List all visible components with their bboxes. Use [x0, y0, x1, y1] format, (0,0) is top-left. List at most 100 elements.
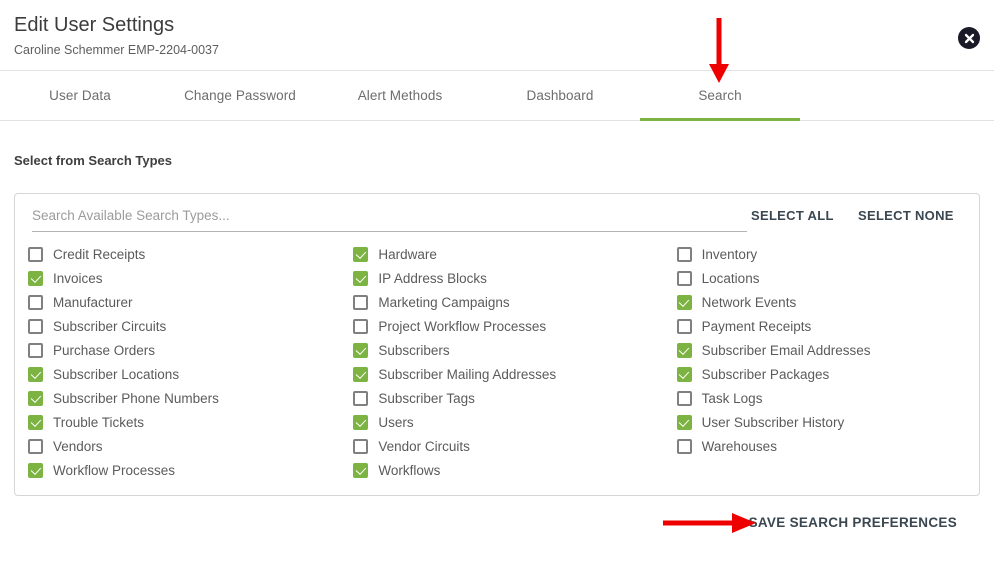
checkbox-icon[interactable]: [676, 270, 692, 286]
checkbox-icon[interactable]: [353, 366, 369, 382]
checkbox-icon[interactable]: [28, 294, 43, 310]
list-item[interactable]: Purchase Orders: [28, 338, 339, 362]
list-item[interactable]: Workflows: [353, 458, 659, 482]
search-types-column-1: Credit Receipts Invoices Manufacturer Su…: [15, 242, 339, 482]
checkbox-icon[interactable]: [28, 390, 43, 406]
tab-change-password[interactable]: Change Password: [160, 71, 320, 120]
list-item-label: Subscriber Phone Numbers: [53, 390, 219, 406]
list-item[interactable]: Task Logs: [676, 386, 979, 410]
tab-label: Dashboard: [526, 88, 594, 103]
list-item[interactable]: Vendors: [28, 434, 339, 458]
list-item[interactable]: Subscriber Circuits: [28, 314, 339, 338]
list-item[interactable]: Subscriber Packages: [676, 362, 979, 386]
select-all-button[interactable]: SELECT ALL: [751, 208, 834, 223]
list-item[interactable]: Subscriber Locations: [28, 362, 339, 386]
panel-footer: SAVE SEARCH PREFERENCES: [0, 510, 994, 540]
list-item-label: Warehouses: [701, 438, 777, 454]
list-item-label: Subscriber Locations: [53, 366, 180, 382]
list-item-label: Subscriber Email Addresses: [701, 342, 871, 358]
checkbox-icon[interactable]: [676, 414, 692, 430]
checkbox-icon[interactable]: [676, 366, 692, 382]
list-item[interactable]: Subscriber Phone Numbers: [28, 386, 339, 410]
list-item-label: Locations: [701, 270, 760, 286]
checkbox-icon[interactable]: [28, 270, 43, 286]
list-item[interactable]: User Subscriber History: [676, 410, 979, 434]
list-item-label: IP Address Blocks: [378, 270, 487, 286]
checkbox-icon[interactable]: [353, 438, 369, 454]
list-item[interactable]: IP Address Blocks: [353, 266, 659, 290]
list-item[interactable]: Subscriber Email Addresses: [676, 338, 979, 362]
search-field-wrapper: [32, 207, 747, 232]
list-item[interactable]: Vendor Circuits: [353, 434, 659, 458]
list-item[interactable]: Hardware: [353, 242, 659, 266]
checkbox-icon[interactable]: [676, 318, 692, 334]
checkbox-icon[interactable]: [353, 294, 369, 310]
checkbox-icon[interactable]: [676, 390, 692, 406]
checkbox-icon[interactable]: [353, 390, 369, 406]
checkbox-icon[interactable]: [353, 270, 369, 286]
list-item[interactable]: Locations: [676, 266, 979, 290]
checkbox-icon[interactable]: [28, 414, 43, 430]
close-circle-icon[interactable]: [958, 27, 980, 49]
list-item[interactable]: Users: [353, 410, 659, 434]
tab-alert-methods[interactable]: Alert Methods: [320, 71, 480, 120]
checkbox-icon[interactable]: [676, 246, 692, 262]
checkbox-icon[interactable]: [28, 318, 43, 334]
checkbox-icon[interactable]: [676, 342, 692, 358]
checkbox-icon[interactable]: [676, 294, 692, 310]
list-item[interactable]: Warehouses: [676, 434, 979, 458]
list-item[interactable]: Workflow Processes: [28, 458, 339, 482]
list-item-label: Subscriber Packages: [701, 366, 830, 382]
checkbox-icon[interactable]: [353, 318, 369, 334]
list-item-label: Subscriber Tags: [378, 390, 475, 406]
search-types-panel: SELECT ALL SELECT NONE Credit Receipts I…: [14, 193, 980, 496]
list-item-label: Manufacturer: [53, 294, 133, 310]
search-input[interactable]: [32, 208, 747, 223]
checkbox-icon[interactable]: [353, 414, 369, 430]
list-item-label: Subscriber Mailing Addresses: [378, 366, 557, 382]
checkbox-icon[interactable]: [353, 342, 369, 358]
list-item-label: Workflows: [378, 462, 441, 478]
list-item[interactable]: Subscriber Mailing Addresses: [353, 362, 659, 386]
checkbox-icon[interactable]: [28, 438, 43, 454]
checkbox-icon[interactable]: [353, 246, 369, 262]
checkbox-icon[interactable]: [28, 246, 43, 262]
list-item[interactable]: Marketing Campaigns: [353, 290, 659, 314]
tab-dashboard[interactable]: Dashboard: [480, 71, 640, 120]
list-item-label: Users: [378, 414, 414, 430]
checkbox-icon[interactable]: [676, 438, 692, 454]
tab-label: Alert Methods: [357, 88, 443, 103]
list-item-label: Vendors: [53, 438, 103, 454]
list-item[interactable]: Subscribers: [353, 338, 659, 362]
list-item[interactable]: Manufacturer: [28, 290, 339, 314]
list-item[interactable]: Payment Receipts: [676, 314, 979, 338]
list-item[interactable]: Trouble Tickets: [28, 410, 339, 434]
checkbox-icon[interactable]: [28, 462, 43, 478]
tab-search[interactable]: Search: [640, 71, 800, 121]
list-item[interactable]: Project Workflow Processes: [353, 314, 659, 338]
list-item[interactable]: Subscriber Tags: [353, 386, 659, 410]
list-item[interactable]: Network Events: [676, 290, 979, 314]
list-item-label: Credit Receipts: [53, 246, 146, 262]
list-item[interactable]: Credit Receipts: [28, 242, 339, 266]
list-item-label: Workflow Processes: [53, 462, 176, 478]
checkbox-icon[interactable]: [353, 462, 369, 478]
tab-label: Search: [698, 88, 742, 103]
list-item-label: Subscriber Circuits: [53, 318, 167, 334]
list-item-label: Purchase Orders: [53, 342, 156, 358]
checkbox-icon[interactable]: [28, 366, 43, 382]
tab-bar: User Data Change Password Alert Methods …: [0, 71, 994, 121]
tab-label: Change Password: [184, 88, 296, 103]
page-subtitle: Caroline Schemmer EMP-2204-0037: [14, 43, 219, 57]
tab-label: User Data: [49, 88, 111, 103]
list-item-label: Subscribers: [378, 342, 450, 358]
tab-user-data[interactable]: User Data: [0, 71, 160, 120]
list-item-label: Vendor Circuits: [378, 438, 470, 454]
list-item-label: Project Workflow Processes: [378, 318, 547, 334]
list-item[interactable]: Invoices: [28, 266, 339, 290]
select-none-button[interactable]: SELECT NONE: [858, 208, 954, 223]
list-item-label: Task Logs: [701, 390, 763, 406]
save-search-preferences-button[interactable]: SAVE SEARCH PREFERENCES: [749, 515, 957, 530]
list-item[interactable]: Inventory: [676, 242, 979, 266]
checkbox-icon[interactable]: [28, 342, 43, 358]
